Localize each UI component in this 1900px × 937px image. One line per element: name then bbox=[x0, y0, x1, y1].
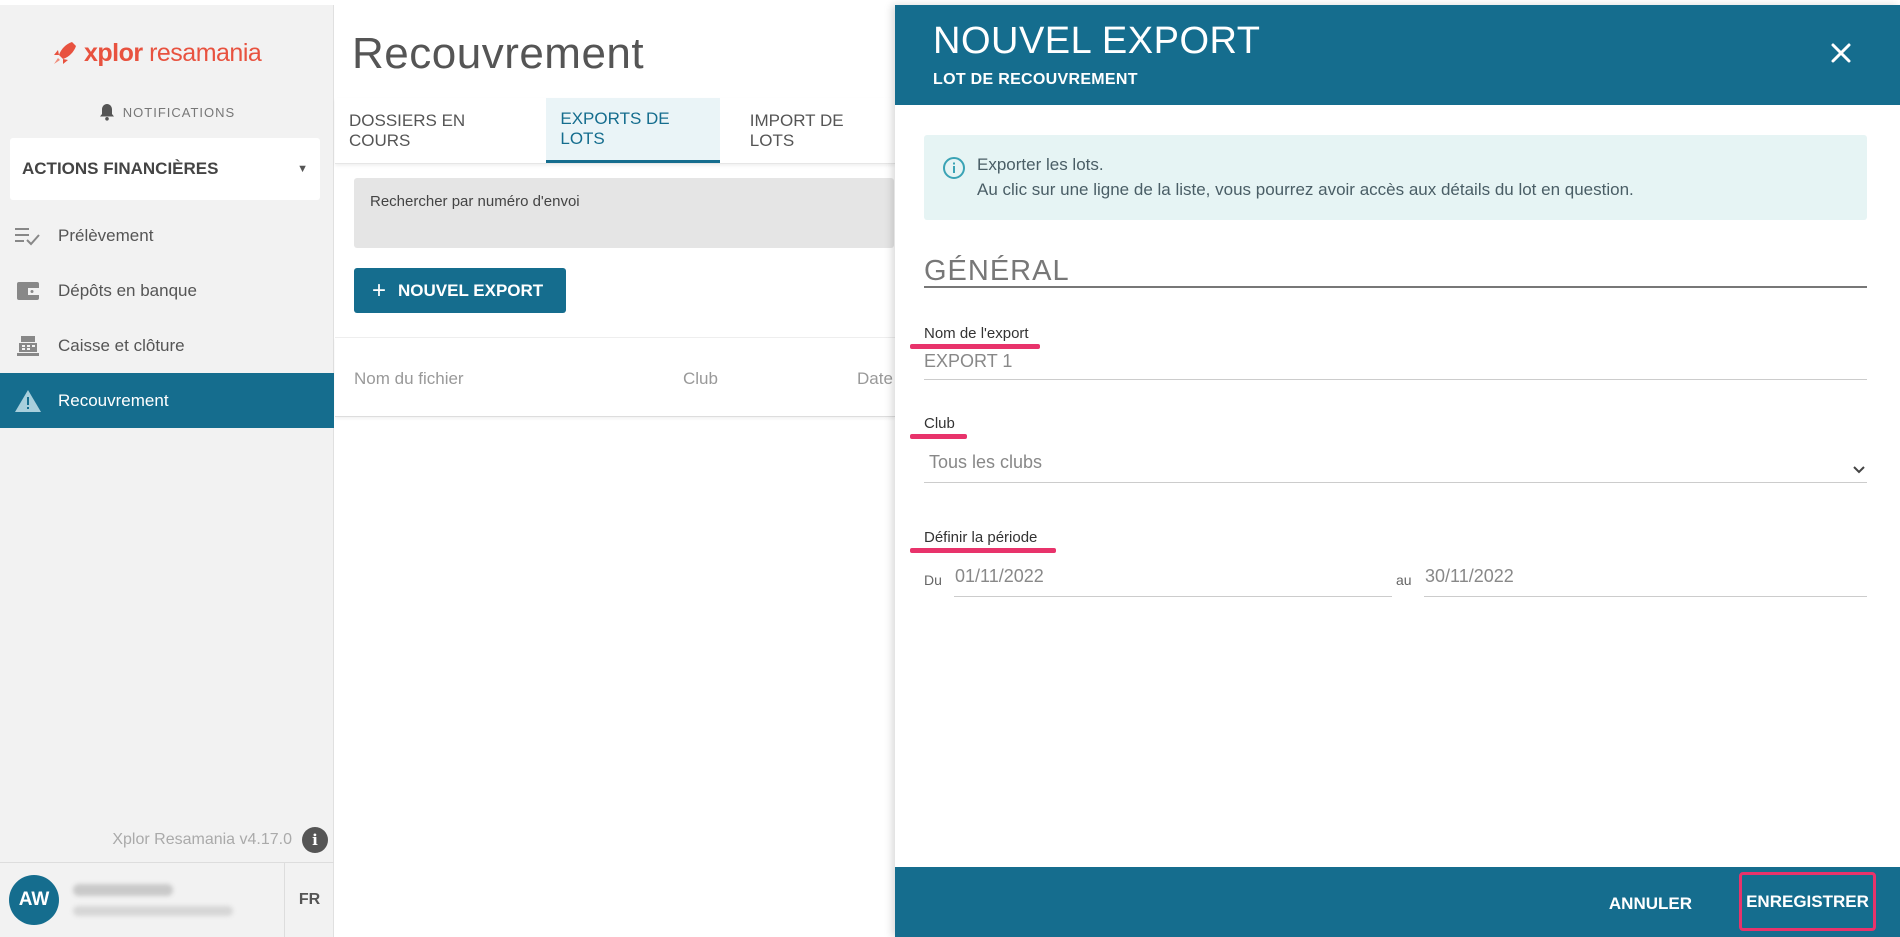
warning-icon bbox=[14, 387, 42, 415]
export-name-input[interactable]: EXPORT 1 bbox=[924, 351, 1012, 372]
table-header: Nom du fichier Club Date bbox=[335, 337, 895, 417]
page-title: Recouvrement bbox=[352, 29, 645, 78]
cancel-button[interactable]: ANNULER bbox=[1609, 894, 1692, 914]
user-bar: AW FR bbox=[0, 862, 334, 937]
dropdown-label: ACTIONS FINANCIÈRES bbox=[22, 159, 219, 178]
export-name-label: Nom de l'export bbox=[924, 325, 1029, 342]
column-header-date[interactable]: Date bbox=[857, 369, 893, 389]
column-header-club[interactable]: Club bbox=[683, 369, 718, 389]
main-content: Recouvrement DOSSIERS EN COURS EXPORTS D… bbox=[335, 5, 895, 937]
version-label: Xplor Resamania v4.17.0 bbox=[112, 831, 292, 848]
financial-actions-dropdown[interactable]: ACTIONS FINANCIÈRES ▼ bbox=[10, 138, 320, 200]
drawer-header: NOUVEL EXPORT LOT DE RECOUVREMENT bbox=[895, 5, 1900, 105]
bell-icon bbox=[99, 104, 114, 121]
search-input[interactable]: Rechercher par numéro d'envoi bbox=[354, 178, 894, 248]
from-date-input[interactable]: 01/11/2022 bbox=[955, 566, 1044, 587]
sidebar-item-prelevement[interactable]: Prélèvement bbox=[0, 208, 334, 263]
section-title-general: GÉNÉRAL bbox=[924, 255, 1867, 288]
highlight-underline bbox=[910, 548, 1056, 553]
sidebar-item-label: Caisse et clôture bbox=[58, 335, 185, 355]
cash-register-icon bbox=[14, 332, 42, 360]
rocket-logo-icon bbox=[54, 42, 76, 64]
field-underline bbox=[924, 482, 1867, 483]
to-label: au bbox=[1396, 572, 1412, 588]
language-selector[interactable]: FR bbox=[284, 863, 334, 937]
sidebar-item-label: Dépôts en banque bbox=[58, 280, 197, 300]
new-export-button[interactable]: + NOUVEL EXPORT bbox=[354, 268, 566, 313]
avatar[interactable]: AW bbox=[9, 875, 59, 925]
column-header-filename[interactable]: Nom du fichier bbox=[354, 369, 464, 389]
plus-icon: + bbox=[372, 276, 387, 304]
sidebar-item-label: Prélèvement bbox=[58, 225, 154, 245]
caret-down-icon: ▼ bbox=[297, 163, 308, 175]
tab-dossiers-en-cours[interactable]: DOSSIERS EN COURS bbox=[335, 98, 530, 163]
sidebar-item-depots[interactable]: Dépôts en banque bbox=[0, 263, 334, 318]
user-info-blurred bbox=[73, 884, 273, 916]
highlight-underline bbox=[910, 344, 1040, 349]
period-label: Définir la période bbox=[924, 529, 1038, 546]
highlight-underline bbox=[910, 434, 967, 439]
club-label: Club bbox=[924, 415, 955, 432]
drawer-title: NOUVEL EXPORT bbox=[933, 20, 1261, 62]
close-icon[interactable] bbox=[1826, 38, 1856, 68]
brand-name-bold: xplor bbox=[84, 38, 143, 67]
new-export-label: NOUVEL EXPORT bbox=[398, 280, 544, 300]
app-version: Xplor Resamania v4.17.0 i bbox=[0, 827, 334, 853]
new-export-drawer: NOUVEL EXPORT LOT DE RECOUVREMENT Export… bbox=[895, 5, 1900, 937]
info-line-1: Exporter les lots. bbox=[977, 155, 1104, 174]
brand-logo[interactable]: xplor resamania bbox=[50, 35, 262, 71]
tabs: DOSSIERS EN COURS EXPORTS DE LOTS IMPORT… bbox=[335, 98, 895, 164]
club-select[interactable]: Tous les clubs bbox=[929, 452, 1042, 473]
sidebar-item-label: Recouvrement bbox=[58, 390, 169, 410]
sidebar-item-recouvrement[interactable]: Recouvrement bbox=[0, 373, 334, 428]
notifications-link[interactable]: NOTIFICATIONS bbox=[0, 103, 334, 121]
drawer-subtitle: LOT DE RECOUVREMENT bbox=[933, 71, 1138, 88]
info-circle-icon bbox=[943, 157, 965, 179]
sidebar-nav: Prélèvement Dépôts en banque Caisse et c… bbox=[0, 208, 334, 428]
from-label: Du bbox=[924, 572, 942, 588]
tab-exports-de-lots[interactable]: EXPORTS DE LOTS bbox=[546, 98, 720, 163]
field-underline bbox=[924, 379, 1867, 380]
info-icon[interactable]: i bbox=[302, 827, 328, 853]
field-underline bbox=[1424, 596, 1867, 597]
field-underline bbox=[954, 596, 1392, 597]
wallet-icon bbox=[14, 277, 42, 305]
sidebar: xplor resamania NOTIFICATIONS ACTIONS FI… bbox=[0, 5, 334, 937]
to-date-input[interactable]: 30/11/2022 bbox=[1425, 566, 1514, 587]
notifications-label: NOTIFICATIONS bbox=[122, 104, 236, 120]
drawer-footer: ANNULER ENREGISTRER bbox=[895, 867, 1900, 937]
sidebar-item-caisse[interactable]: Caisse et clôture bbox=[0, 318, 334, 373]
save-button[interactable]: ENREGISTRER bbox=[1739, 872, 1876, 931]
info-line-2: Au clic sur une ligne de la liste, vous … bbox=[977, 180, 1634, 199]
tab-import-de-lots[interactable]: IMPORT DE LOTS bbox=[720, 98, 895, 163]
list-check-icon bbox=[14, 222, 42, 250]
info-box: Exporter les lots. Au clic sur une ligne… bbox=[924, 135, 1867, 220]
chevron-down-icon[interactable] bbox=[1851, 462, 1867, 478]
brand-name-light: resamania bbox=[142, 38, 262, 67]
